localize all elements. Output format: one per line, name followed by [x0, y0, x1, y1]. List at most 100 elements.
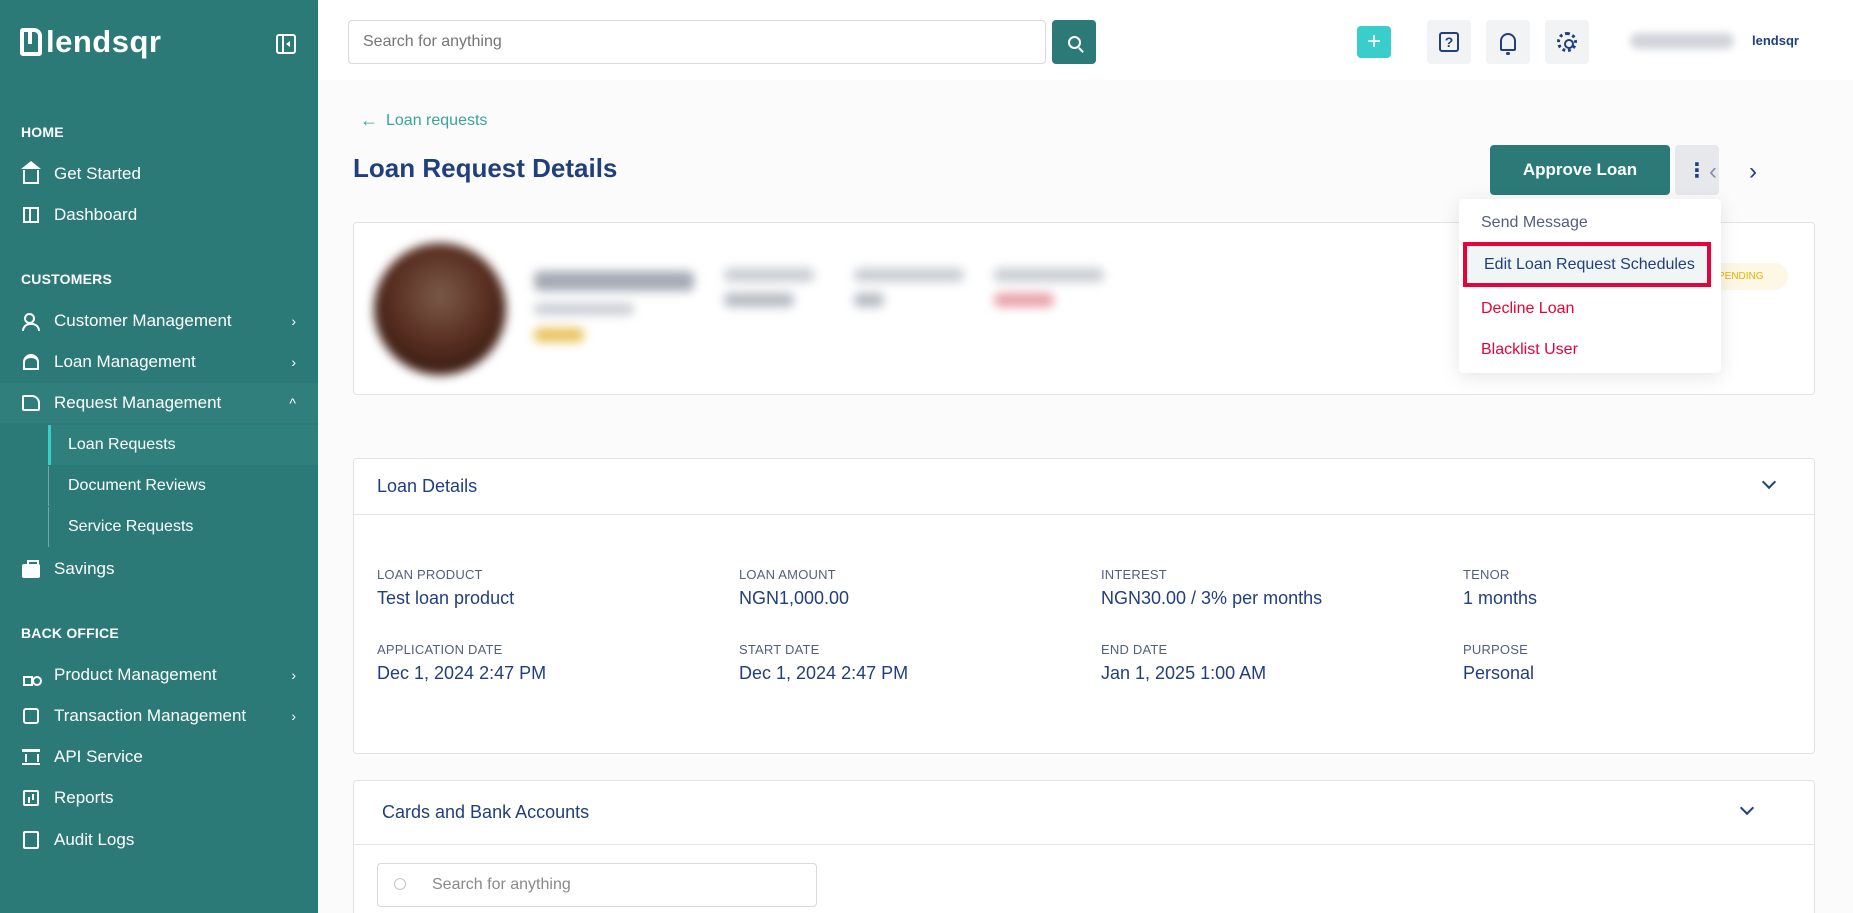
briefcase-icon	[22, 560, 40, 578]
section-customers: CUSTOMERS	[21, 271, 112, 287]
help-icon: ?	[1439, 32, 1459, 52]
field-label: START DATE	[739, 642, 820, 657]
menu-item-edit-loan-request-schedules[interactable]: Edit Loan Request Schedules	[1463, 242, 1711, 287]
sidebar-subitem-loan-requests[interactable]: Loan Requests	[48, 425, 318, 465]
loan-details-panel: Loan Details LOAN PRODUCT Test loan prod…	[353, 458, 1815, 754]
main-content: ← Loan requests Loan Request Details App…	[318, 80, 1853, 913]
report-icon	[22, 789, 40, 807]
back-to-loan-requests-link[interactable]: ← Loan requests	[360, 110, 487, 131]
sidebar-item-label: Request Management	[54, 393, 222, 412]
field-value: Dec 1, 2024 2:47 PM	[377, 663, 547, 683]
api-icon	[22, 748, 40, 766]
dashboard-icon	[22, 206, 40, 224]
field-purpose: PURPOSE Personal	[1463, 642, 1534, 684]
field-interest: INTEREST NGN30.00 / 3% per months	[1101, 567, 1322, 609]
field-value: Personal	[1463, 663, 1535, 683]
search-icon	[394, 878, 406, 890]
lendsqr-logo[interactable]: lendsqr	[20, 24, 161, 60]
sidebar-item-dashboard[interactable]: Dashboard	[0, 195, 318, 235]
sidebar-item-label: Get Started	[54, 164, 141, 183]
logo-mark-icon	[20, 28, 42, 56]
sidebar-item-savings[interactable]: Savings	[0, 549, 318, 589]
sidebar-item-label: Transaction Management	[54, 706, 247, 725]
field-application-date: APPLICATION DATE Dec 1, 2024 2:47 PM	[377, 642, 546, 684]
cards-search-input[interactable]: Search for anything	[377, 863, 817, 907]
sidebar-item-reports[interactable]: Reports	[0, 778, 318, 818]
sidebar-item-label: Audit Logs	[54, 830, 135, 849]
sidebar-item-get-started[interactable]: Get Started	[0, 154, 318, 194]
chevron-right-icon: ›	[291, 354, 296, 370]
search-icon	[1067, 35, 1081, 49]
field-value: Test loan product	[377, 588, 515, 608]
field-label: LOAN PRODUCT	[377, 567, 483, 582]
settings-button[interactable]	[1545, 20, 1589, 64]
sidebar-subitem-document-reviews[interactable]: Document Reviews	[48, 466, 318, 506]
menu-item-send-message[interactable]: Send Message	[1459, 202, 1721, 244]
chevron-down-icon[interactable]	[1761, 474, 1777, 490]
user-name-blurred[interactable]	[1630, 33, 1734, 49]
field-tenor: TENOR 1 months	[1463, 567, 1537, 609]
chevron-right-icon: ›	[291, 667, 296, 683]
logo-text: lendsqr	[46, 24, 162, 59]
field-end-date: END DATE Jan 1, 2025 1:00 AM	[1101, 642, 1266, 684]
chevron-up-icon: ^	[289, 395, 296, 411]
field-value: NGN30.00 / 3% per months	[1101, 588, 1323, 608]
bell-icon	[1500, 33, 1516, 55]
sidebar-item-label: Loan Management	[54, 352, 196, 371]
sidebar-item-api-service[interactable]: API Service	[0, 737, 318, 777]
sidebar-item-request-management[interactable]: Request Management ^	[0, 383, 318, 423]
home-icon	[21, 161, 41, 184]
gear-icon	[1557, 32, 1577, 52]
notifications-button[interactable]	[1486, 20, 1530, 64]
kebab-icon: ⋮	[1687, 159, 1707, 182]
sidebar-item-audit-logs[interactable]: Audit Logs	[0, 820, 318, 860]
sidebar-item-label: Reports	[54, 788, 114, 807]
collapse-sidebar-icon[interactable]	[276, 34, 296, 54]
menu-item-blacklist-user[interactable]: Blacklist User	[1459, 329, 1721, 371]
field-label: END DATE	[1101, 642, 1168, 657]
approve-loan-button[interactable]: Approve Loan	[1490, 145, 1670, 195]
sidebar-item-loan-management[interactable]: Loan Management ›	[0, 342, 318, 382]
sidebar-item-product-management[interactable]: Product Management ›	[0, 655, 318, 695]
search-input[interactable]	[348, 20, 1046, 64]
field-label: LOAN AMOUNT	[739, 567, 836, 582]
chevron-down-icon[interactable]	[1739, 800, 1755, 816]
search-button[interactable]	[1052, 20, 1096, 64]
sidebar-item-label: API Service	[54, 747, 143, 766]
more-options-menu: Send Message Edit Loan Request Schedules…	[1459, 199, 1721, 373]
loan-details-title: Loan Details	[377, 476, 478, 496]
back-link-label: Loan requests	[386, 111, 488, 129]
add-button[interactable]: +	[1357, 26, 1391, 58]
users-icon	[22, 312, 40, 331]
field-value: NGN1,000.00	[739, 588, 850, 608]
sidebar: lendsqr HOME Get Started Dashboard CUSTO…	[0, 0, 318, 913]
sidebar-item-label: Dashboard	[54, 205, 138, 224]
shapes-icon	[22, 666, 42, 686]
menu-item-decline-loan[interactable]: Decline Loan	[1459, 288, 1721, 330]
field-loan-amount: LOAN AMOUNT NGN1,000.00	[739, 567, 849, 609]
field-label: INTEREST	[1101, 567, 1167, 582]
sidebar-item-customer-management[interactable]: Customer Management ›	[0, 301, 318, 341]
cards-title: Cards and Bank Accounts	[382, 802, 590, 822]
field-label: TENOR	[1463, 567, 1510, 582]
sidebar-subitem-service-requests[interactable]: Service Requests	[48, 507, 318, 547]
bank-icon	[22, 353, 40, 371]
next-request-icon[interactable]: ›	[1749, 158, 1757, 186]
transaction-icon	[22, 707, 40, 725]
help-button[interactable]: ?	[1427, 20, 1471, 64]
field-label: APPLICATION DATE	[377, 642, 503, 657]
field-loan-product: LOAN PRODUCT Test loan product	[377, 567, 514, 609]
cards-header[interactable]: Cards and Bank Accounts	[354, 781, 1814, 845]
chevron-right-icon: ›	[291, 708, 296, 724]
field-value: Jan 1, 2025 1:00 AM	[1101, 663, 1267, 683]
org-logo: lendsqr	[1752, 33, 1799, 48]
page-title: Loan Request Details	[353, 153, 618, 183]
hand-coin-icon	[22, 394, 40, 412]
chevron-right-icon: ›	[291, 313, 296, 329]
section-back-office: BACK OFFICE	[21, 625, 119, 641]
top-bar: + ? lendsqr	[318, 0, 1853, 80]
previous-request-icon[interactable]: ‹	[1709, 158, 1717, 186]
field-start-date: START DATE Dec 1, 2024 2:47 PM	[739, 642, 908, 684]
sidebar-item-transaction-management[interactable]: Transaction Management ›	[0, 696, 318, 736]
loan-details-header[interactable]: Loan Details	[354, 459, 1814, 515]
